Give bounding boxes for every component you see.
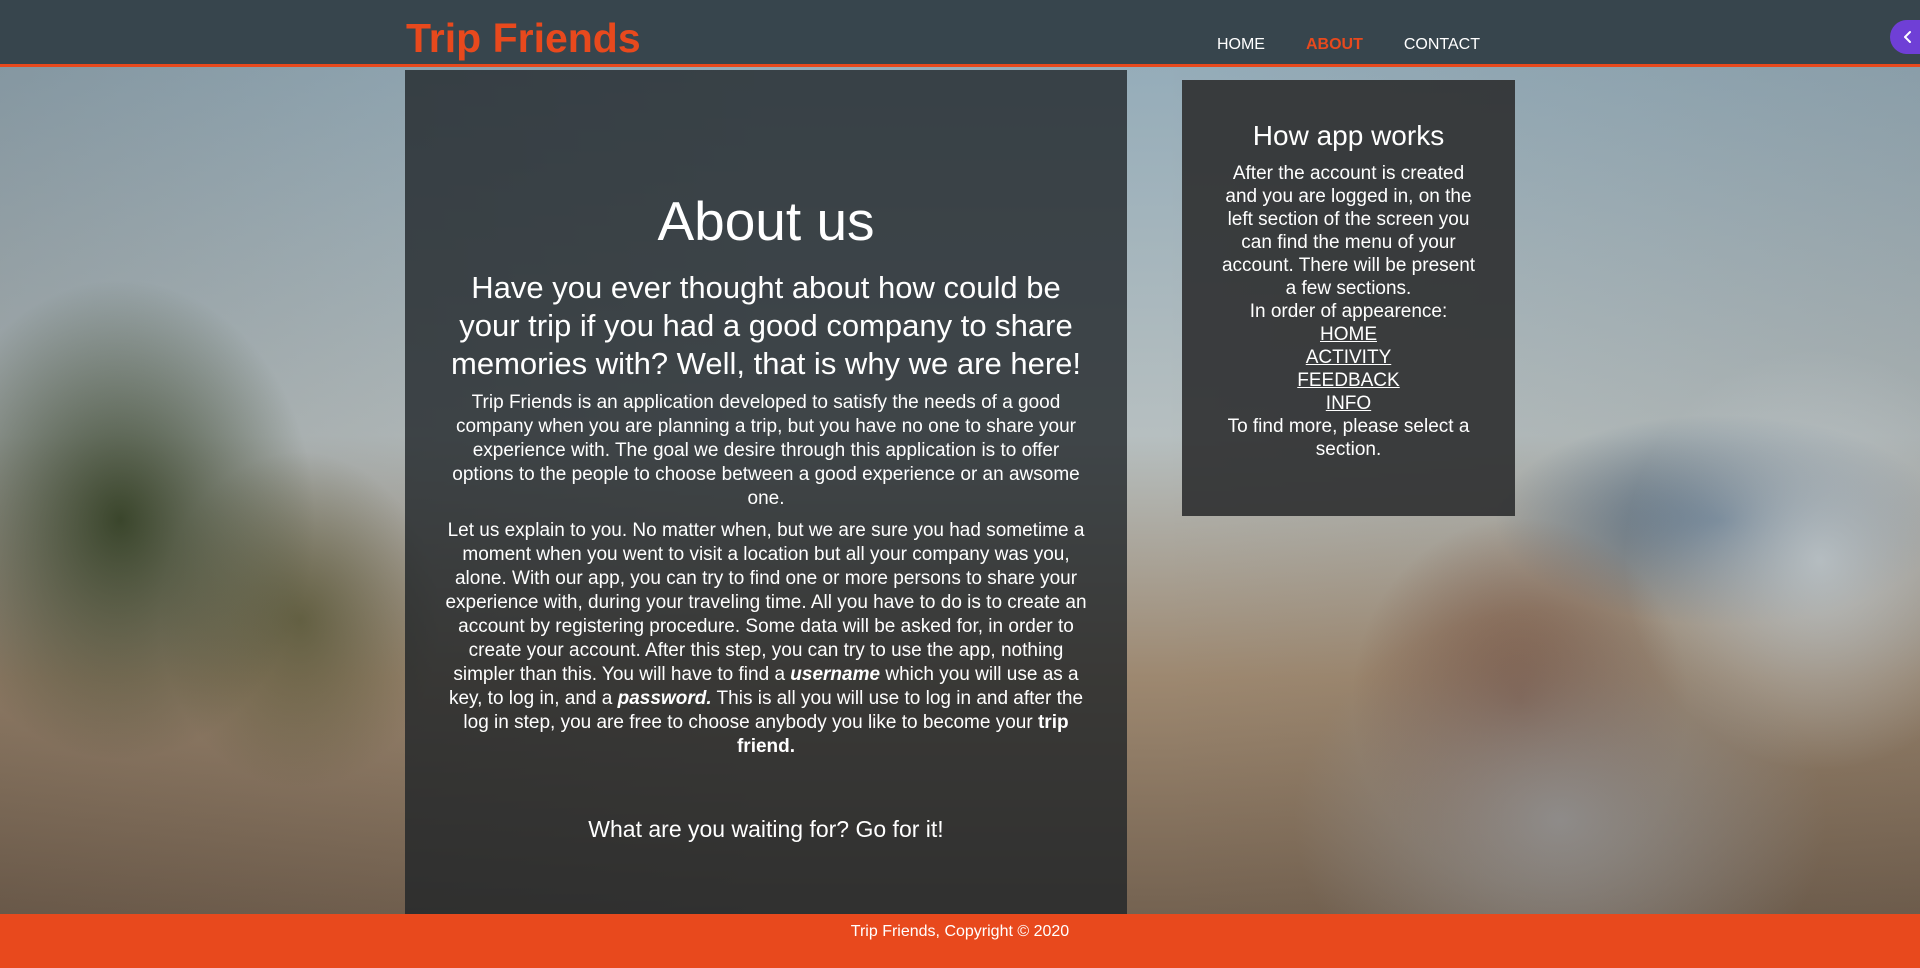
- sidebar-outro: To find more, please select a section.: [1227, 416, 1470, 460]
- site-header: Trip Friends HOME ABOUT CONTACT: [0, 0, 1920, 67]
- explain-text-1: Let us explain to you. No matter when, b…: [445, 520, 1087, 686]
- main-nav: HOME ABOUT CONTACT: [1217, 35, 1480, 55]
- sidebar-links: HOME ACTIVITY FEEDBACK INFO: [1220, 323, 1477, 415]
- sidebar-link-home[interactable]: HOME: [1320, 324, 1377, 345]
- nav-about[interactable]: ABOUT: [1306, 35, 1363, 55]
- list-item: INFO: [1220, 392, 1477, 415]
- nav-contact[interactable]: CONTACT: [1404, 35, 1480, 55]
- chevron-left-icon: [1904, 31, 1911, 43]
- sidebar-order-label: In order of appearence:: [1249, 301, 1448, 322]
- how-app-works-panel: How app works After the account is creat…: [1182, 80, 1515, 516]
- sidebar-link-activity[interactable]: ACTIVITY: [1306, 347, 1392, 368]
- site-footer: Trip Friends, Copyright © 2020: [0, 914, 1920, 968]
- sidebar-toggle-button[interactable]: [1890, 20, 1920, 54]
- copyright-text: Trip Friends, Copyright © 2020: [850, 923, 1070, 940]
- sidebar-link-info[interactable]: INFO: [1326, 393, 1371, 414]
- call-to-action: What are you waiting for? Go for it!: [588, 816, 944, 843]
- nav-home[interactable]: HOME: [1217, 35, 1265, 55]
- page: Trip Friends HOME ABOUT CONTACT About us…: [0, 0, 1920, 968]
- sidebar-link-feedback[interactable]: FEEDBACK: [1297, 370, 1399, 391]
- about-content: About us Have you ever thought about how…: [445, 190, 1087, 843]
- site-logo[interactable]: Trip Friends: [406, 18, 641, 59]
- about-paragraph-intro: Trip Friends is an application developed…: [452, 392, 1080, 510]
- list-item: FEEDBACK: [1220, 369, 1477, 392]
- list-item: HOME: [1220, 323, 1477, 346]
- username-keyword: username: [790, 664, 881, 686]
- sidebar-intro: After the account is created and you are…: [1221, 163, 1476, 299]
- about-paragraph-explain: Let us explain to you. No matter when, b…: [445, 519, 1087, 759]
- page-title: About us: [657, 190, 875, 252]
- sidebar-title: How app works: [1252, 120, 1445, 151]
- password-keyword: password.: [617, 688, 712, 710]
- list-item: ACTIVITY: [1220, 346, 1477, 369]
- about-subtitle: Have you ever thought about how could be…: [451, 270, 1081, 382]
- about-section: About us Have you ever thought about how…: [405, 70, 1127, 914]
